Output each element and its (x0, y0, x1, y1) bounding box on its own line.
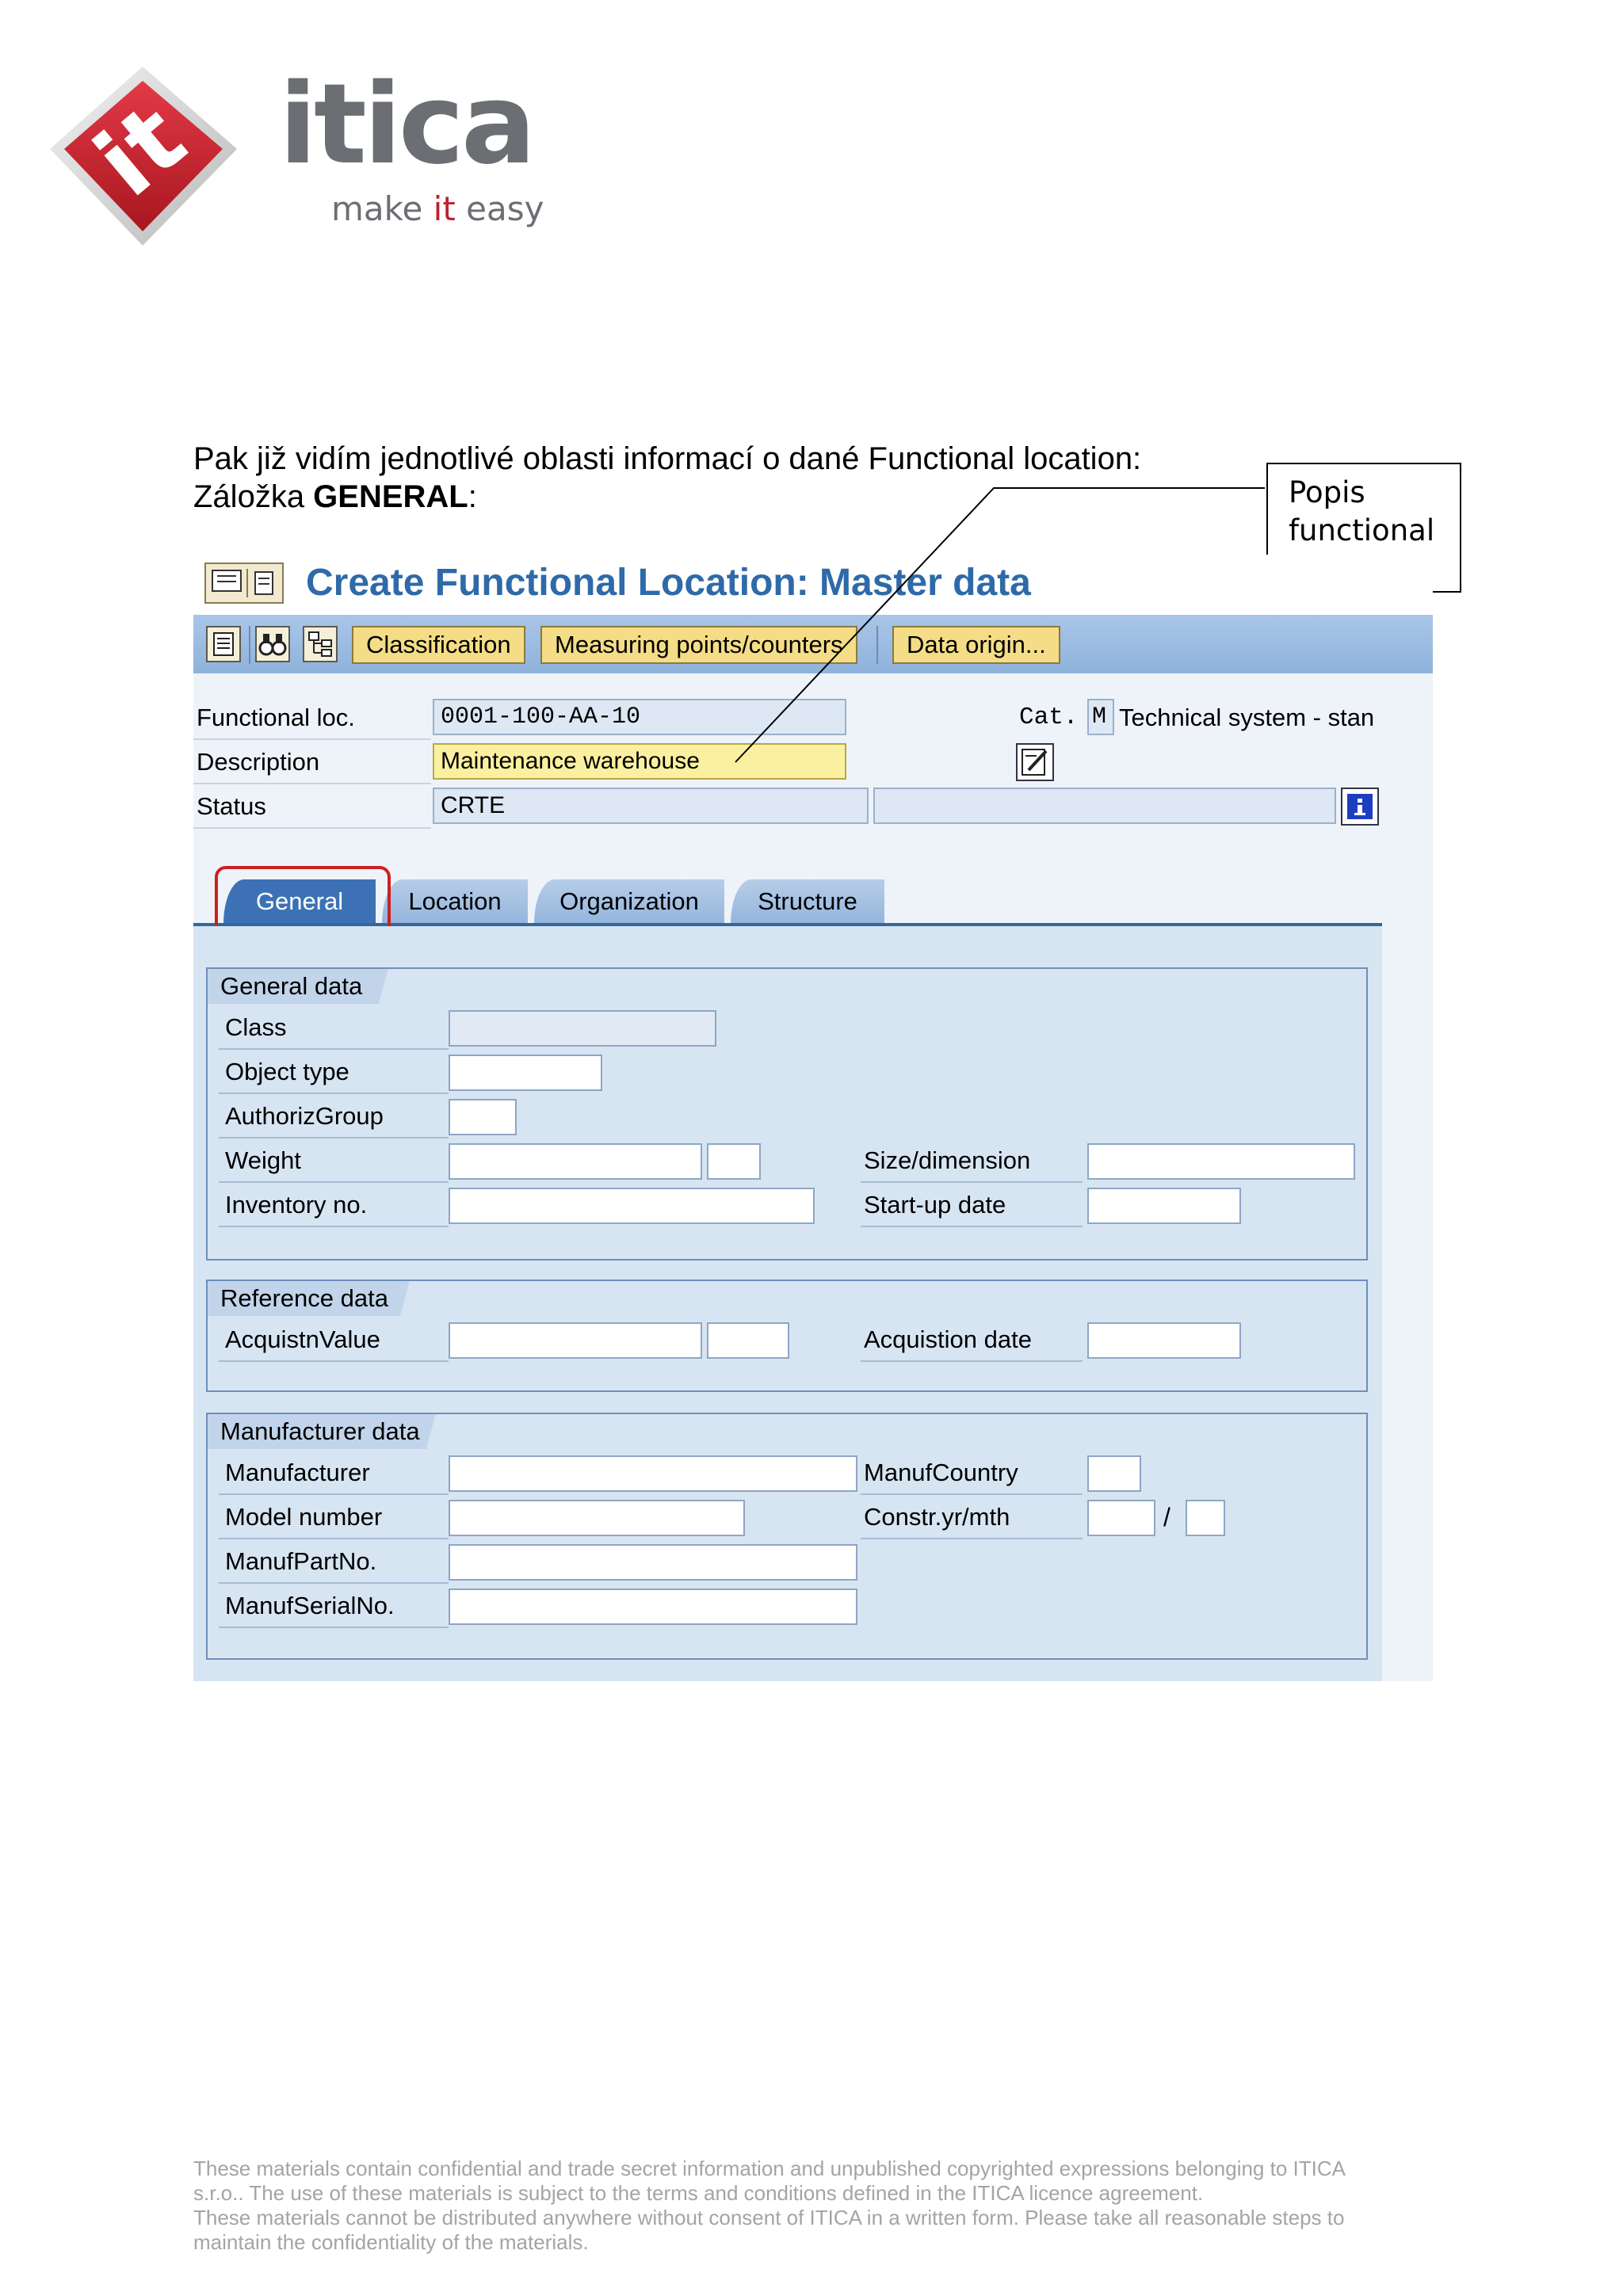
tab-location[interactable]: Location (382, 879, 528, 924)
measuring-points-button[interactable]: Measuring points/counters (540, 626, 857, 664)
status-detail-field[interactable] (873, 788, 1336, 824)
object-type-field[interactable] (449, 1055, 602, 1091)
model-number-field[interactable] (449, 1500, 745, 1536)
acquis-date-field[interactable] (1087, 1322, 1241, 1359)
startup-date-field[interactable] (1087, 1188, 1241, 1224)
weight-unit-field[interactable] (707, 1143, 761, 1180)
general-data-group: General data Class Object type AuthorizG… (206, 967, 1368, 1261)
weight-field[interactable] (449, 1143, 702, 1180)
inventory-no-label: Inventory no. (225, 1191, 368, 1219)
cat-text: Technical system - stan (1119, 704, 1375, 731)
itica-logo-icon: it (50, 67, 237, 246)
class-label: Class (225, 1013, 287, 1041)
manuf-country-label: ManufCountry (864, 1459, 1018, 1486)
intro-line-1: Pak již vidím jednotlivé oblasti informa… (193, 441, 1142, 476)
status-label: Status (197, 792, 266, 820)
intro-text: Pak již vidím jednotlivé oblasti informa… (193, 440, 1141, 516)
logo-wordmark: itica (279, 60, 536, 189)
reference-data-title: Reference data (208, 1281, 444, 1316)
manuf-serialno-label: ManufSerialNo. (225, 1592, 395, 1619)
tab-organization[interactable]: Organization (534, 879, 724, 924)
data-origin-button[interactable]: Data origin... (892, 626, 1060, 664)
intro-line-2: Záložka GENERAL: (193, 479, 477, 514)
edit-text-icon[interactable] (1016, 743, 1054, 781)
size-dimension-label: Size/dimension (864, 1146, 1031, 1174)
authoriz-group-label: AuthorizGroup (225, 1102, 384, 1130)
general-tab-panel: General data Class Object type AuthorizG… (193, 926, 1382, 1681)
authoriz-group-field[interactable] (449, 1099, 517, 1135)
logo-tagline: make it easy (331, 189, 544, 228)
constr-yr-mth-label: Constr.yr/mth (864, 1503, 1010, 1531)
manufacturer-field[interactable] (449, 1455, 857, 1492)
model-number-label: Model number (225, 1503, 383, 1531)
manuf-partno-label: ManufPartNo. (225, 1547, 377, 1575)
description-label: Description (197, 748, 320, 776)
size-dimension-field[interactable] (1087, 1143, 1355, 1180)
startup-date-label: Start-up date (864, 1191, 1006, 1219)
weight-label: Weight (225, 1146, 301, 1174)
reference-data-group: Reference data AcquistnValue Acquistion … (206, 1280, 1368, 1392)
constr-slash: / (1163, 1503, 1170, 1531)
manufacturer-data-title: Manufacturer data (208, 1414, 475, 1449)
screen-title: Create Functional Location: Master data (306, 562, 1031, 604)
class-field[interactable] (449, 1010, 716, 1047)
tab-structure[interactable]: Structure (731, 879, 884, 924)
hierarchy-icon[interactable] (303, 626, 338, 662)
cat-label: Cat. (1019, 704, 1079, 731)
manuf-serialno-field[interactable] (449, 1589, 857, 1625)
inventory-no-field[interactable] (449, 1188, 815, 1224)
acquis-date-label: Acquistion date (864, 1325, 1032, 1353)
confidentiality-footer: These materials contain confidential and… (193, 2157, 1346, 2254)
transaction-icon[interactable] (204, 563, 284, 604)
classification-button[interactable]: Classification (352, 626, 525, 664)
status-info-icon[interactable] (1341, 788, 1379, 826)
application-toolbar: Classification Measuring points/counters… (193, 615, 1433, 673)
manuf-country-field[interactable] (1087, 1455, 1141, 1492)
general-data-title: General data (208, 969, 418, 1004)
acquis-value-label: AcquistnValue (225, 1325, 380, 1353)
cat-field[interactable]: M (1087, 699, 1114, 735)
description-field[interactable]: Maintenance warehouse (433, 743, 846, 780)
binoculars-icon[interactable] (255, 626, 290, 662)
acquis-currency-field[interactable] (707, 1322, 789, 1359)
constr-month-field[interactable] (1186, 1500, 1225, 1536)
acquis-value-field[interactable] (449, 1322, 702, 1359)
sap-title-bar: Create Functional Location: Master data (193, 555, 1433, 613)
manuf-partno-field[interactable] (449, 1544, 857, 1581)
sap-screen: Create Functional Location: Master data … (193, 555, 1433, 1681)
object-type-label: Object type (225, 1058, 349, 1085)
funcloc-field[interactable]: 0001-100-AA-10 (433, 699, 846, 735)
manufacturer-label: Manufacturer (225, 1459, 370, 1486)
manufacturer-data-group: Manufacturer data Manufacturer ManufCoun… (206, 1413, 1368, 1660)
funcloc-label: Functional loc. (197, 704, 355, 731)
status-field[interactable]: CRTE (433, 788, 869, 824)
constr-year-field[interactable] (1087, 1500, 1155, 1536)
document-icon[interactable] (206, 626, 241, 662)
